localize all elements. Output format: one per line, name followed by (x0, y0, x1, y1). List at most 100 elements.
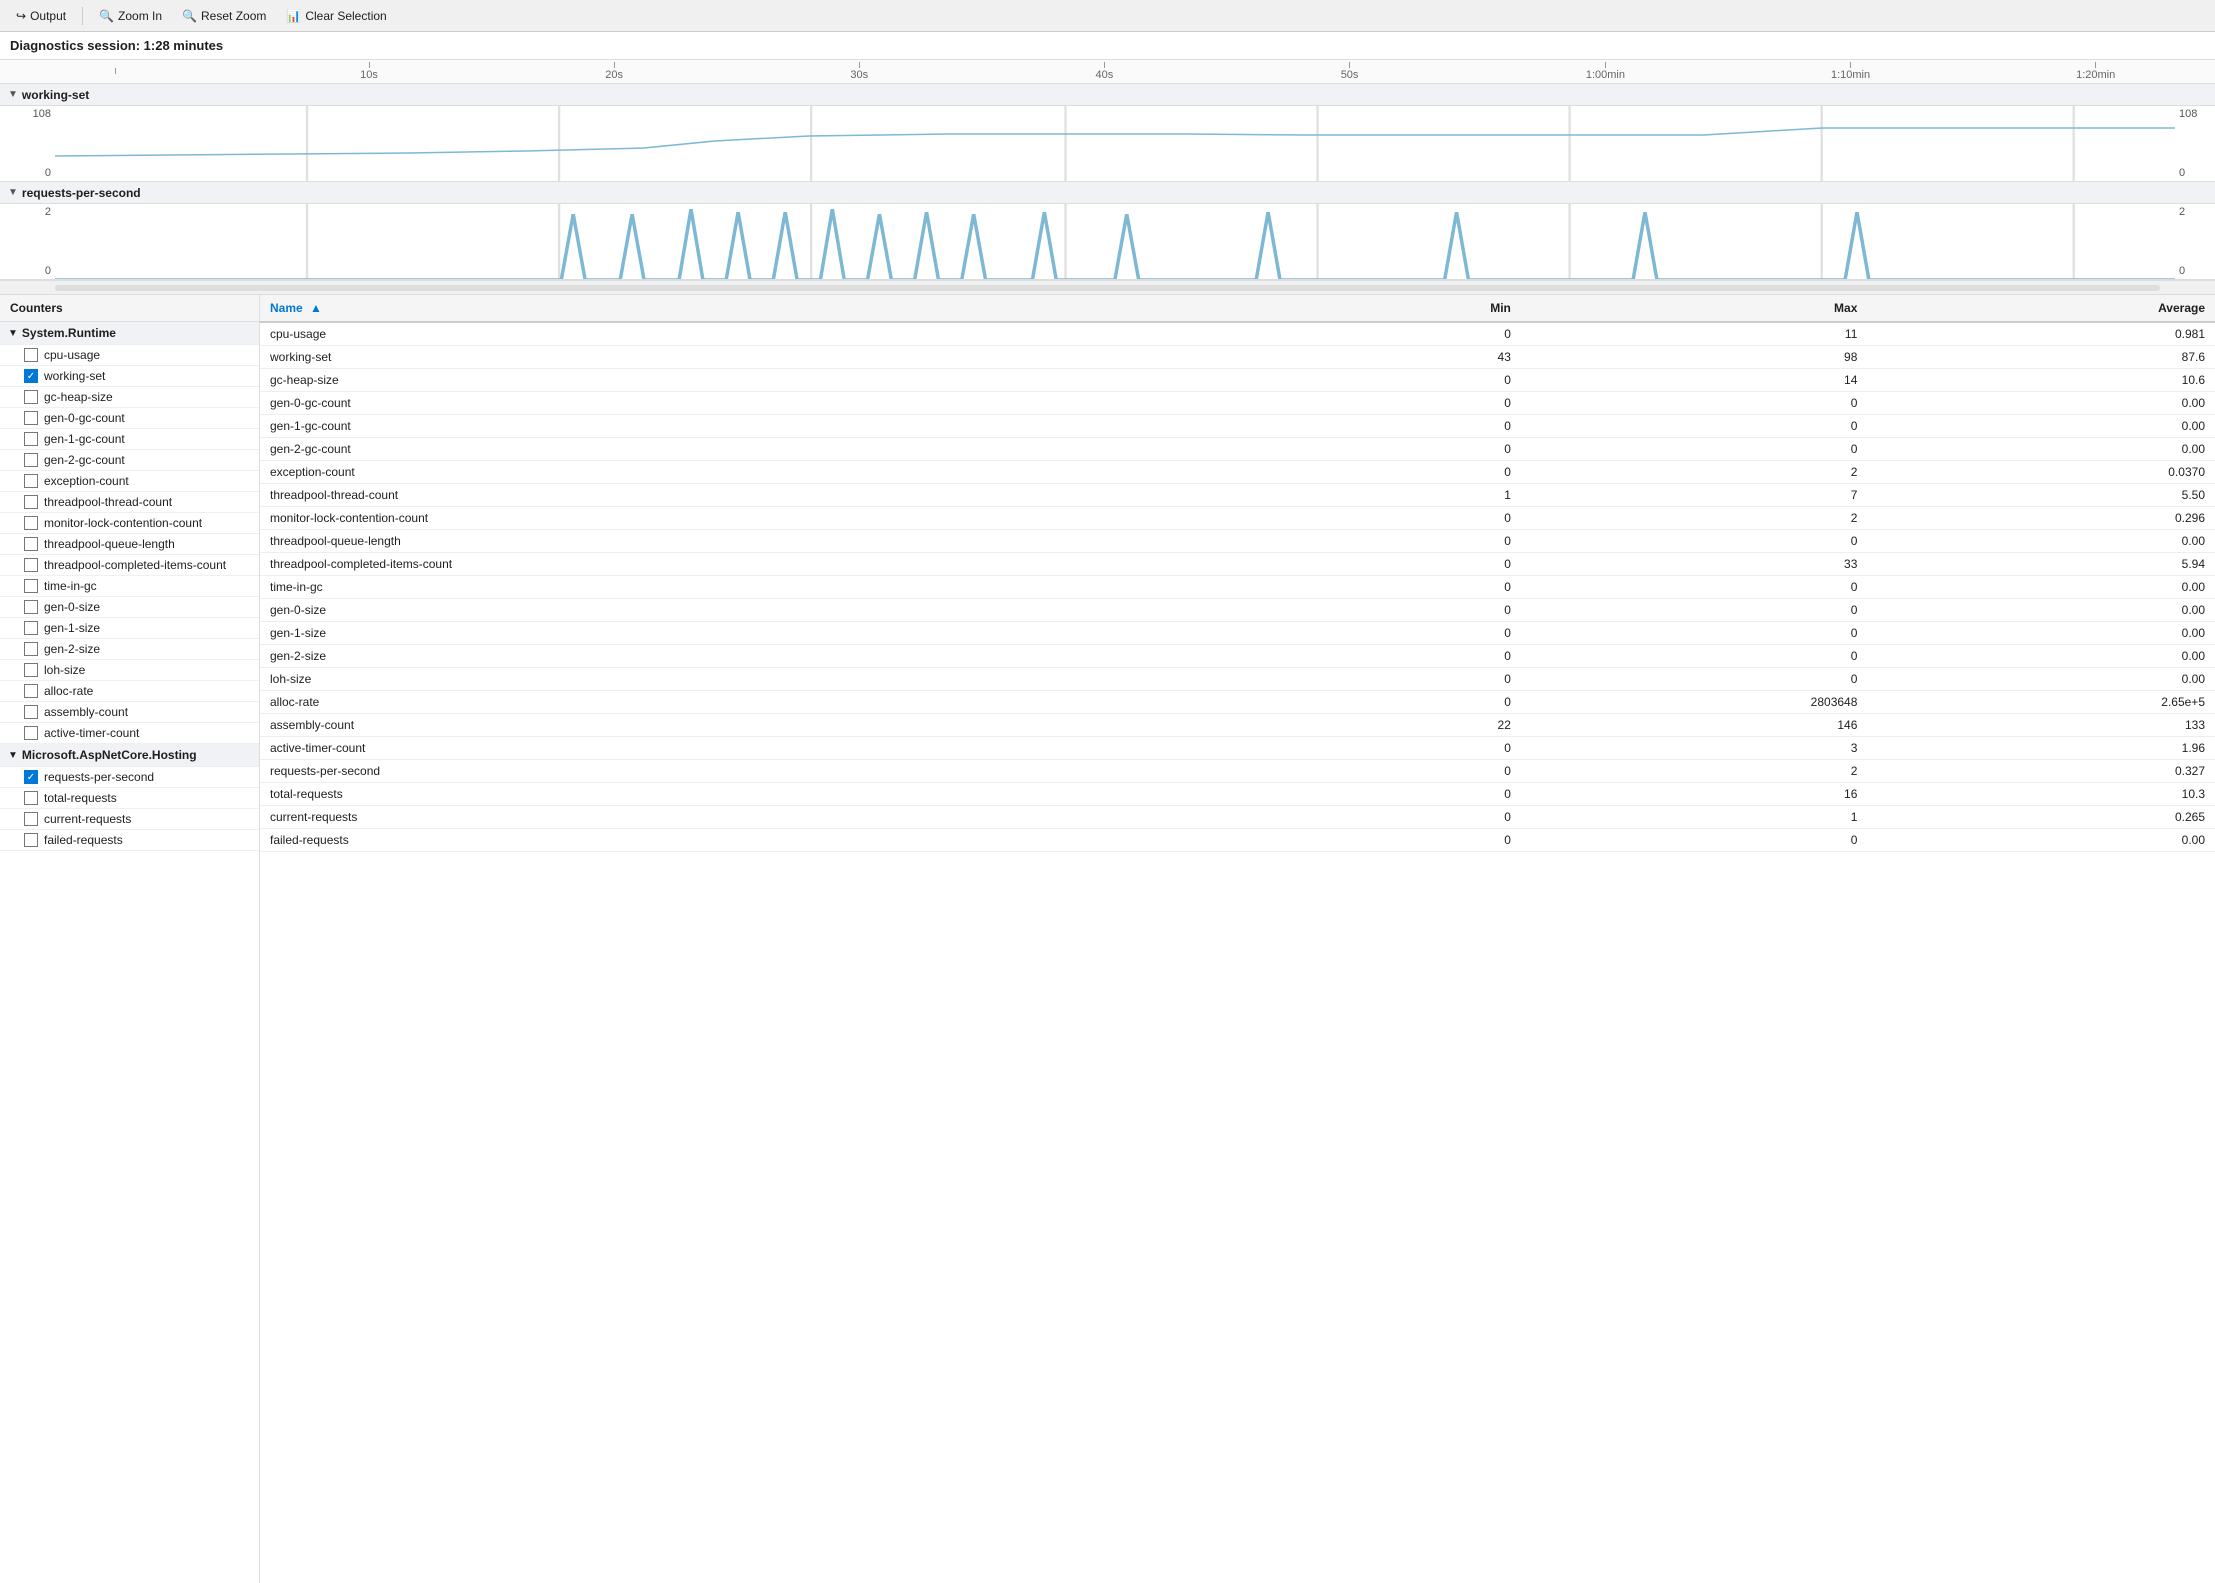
counter-item-requests-per-second[interactable]: ✓ requests-per-second (0, 767, 259, 788)
reset-zoom-button[interactable]: 🔍 Reset Zoom (174, 6, 274, 26)
counter-checkbox-working-set[interactable]: ✓ (24, 369, 38, 383)
counter-checkbox-monitor-lock-contention-count[interactable] (24, 516, 38, 530)
collapse-triangle[interactable]: ▼ (8, 89, 18, 100)
chart-scrollbar[interactable] (0, 280, 2215, 294)
counter-checkbox-gc-heap-size[interactable] (24, 390, 38, 404)
counter-item-assembly-count[interactable]: assembly-count (0, 702, 259, 723)
col-min[interactable]: Min (1310, 295, 1521, 322)
counter-item-exception-count[interactable]: exception-count (0, 471, 259, 492)
counter-checkbox-total-requests[interactable] (24, 791, 38, 805)
counter-checkbox-gen-0-gc-count[interactable] (24, 411, 38, 425)
cell-name: gen-2-size (260, 645, 1310, 668)
working-set-y-axis: 108 0 (0, 106, 55, 181)
counter-checkbox-gen-2-gc-count[interactable] (24, 453, 38, 467)
cell-name: time-in-gc (260, 576, 1310, 599)
counter-checkbox-threadpool-queue-length[interactable] (24, 537, 38, 551)
table-row: active-timer-count 0 3 1.96 (260, 737, 2215, 760)
counter-checkbox-assembly-count[interactable] (24, 705, 38, 719)
counter-checkbox-current-requests[interactable] (24, 812, 38, 826)
counter-checkbox-failed-requests[interactable] (24, 833, 38, 847)
tick-0s (115, 68, 116, 75)
cell-average: 0.0370 (1867, 461, 2215, 484)
tick-30s: 30s (850, 62, 868, 81)
working-set-chart-section: ▼ working-set 108 0 (0, 84, 2215, 182)
counter-item-failed-requests[interactable]: failed-requests (0, 830, 259, 851)
counter-item-gen-2-gc-count[interactable]: gen-2-gc-count (0, 450, 259, 471)
cell-min: 0 (1310, 576, 1521, 599)
cell-average: 10.6 (1867, 369, 2215, 392)
counter-checkbox-exception-count[interactable] (24, 474, 38, 488)
counter-label: time-in-gc (44, 579, 97, 593)
cell-min: 0 (1310, 369, 1521, 392)
counter-checkbox-loh-size[interactable] (24, 663, 38, 677)
counter-item-threadpool-thread-count[interactable]: threadpool-thread-count (0, 492, 259, 513)
counter-item-working-set[interactable]: ✓ working-set (0, 366, 259, 387)
counter-label: gen-0-gc-count (44, 411, 125, 425)
counter-checkbox-gen-1-size[interactable] (24, 621, 38, 635)
counter-item-gen-0-size[interactable]: gen-0-size (0, 597, 259, 618)
cell-average: 0.00 (1867, 645, 2215, 668)
counter-checkbox-active-timer-count[interactable] (24, 726, 38, 740)
cell-average: 0.327 (1867, 760, 2215, 783)
counter-item-time-in-gc[interactable]: time-in-gc (0, 576, 259, 597)
counter-checkbox-threadpool-completed-items-count[interactable] (24, 558, 38, 572)
cell-min: 0 (1310, 783, 1521, 806)
table-row: requests-per-second 0 2 0.327 (260, 760, 2215, 783)
counter-group-System.Runtime[interactable]: ▼ System.Runtime (0, 322, 259, 345)
counter-item-total-requests[interactable]: total-requests (0, 788, 259, 809)
counter-label: cpu-usage (44, 348, 100, 362)
toolbar-separator-1 (82, 7, 83, 25)
cell-average: 0.265 (1867, 806, 2215, 829)
counter-label: current-requests (44, 812, 131, 826)
counter-checkbox-threadpool-thread-count[interactable] (24, 495, 38, 509)
counter-checkbox-requests-per-second[interactable]: ✓ (24, 770, 38, 784)
counter-group-Microsoft.AspNetCore.Hosting[interactable]: ▼ Microsoft.AspNetCore.Hosting (0, 744, 259, 767)
counter-checkbox-alloc-rate[interactable] (24, 684, 38, 698)
cell-average: 0.00 (1867, 438, 2215, 461)
col-average[interactable]: Average (1867, 295, 2215, 322)
cell-name: gen-2-gc-count (260, 438, 1310, 461)
counter-checkbox-cpu-usage[interactable] (24, 348, 38, 362)
scroll-track[interactable] (55, 285, 2160, 291)
cell-average: 0.296 (1867, 507, 2215, 530)
col-max[interactable]: Max (1521, 295, 1868, 322)
counter-checkbox-gen-2-size[interactable] (24, 642, 38, 656)
counter-item-cpu-usage[interactable]: cpu-usage (0, 345, 259, 366)
counter-item-threadpool-completed-items-count[interactable]: threadpool-completed-items-count (0, 555, 259, 576)
counter-label: gc-heap-size (44, 390, 113, 404)
counter-item-gc-heap-size[interactable]: gc-heap-size (0, 387, 259, 408)
counter-item-threadpool-queue-length[interactable]: threadpool-queue-length (0, 534, 259, 555)
zoom-in-button[interactable]: 🔍 Zoom In (91, 6, 170, 26)
counter-item-gen-1-gc-count[interactable]: gen-1-gc-count (0, 429, 259, 450)
cell-average: 0.00 (1867, 622, 2215, 645)
counter-item-current-requests[interactable]: current-requests (0, 809, 259, 830)
counter-item-loh-size[interactable]: loh-size (0, 660, 259, 681)
cell-name: working-set (260, 346, 1310, 369)
counter-item-monitor-lock-contention-count[interactable]: monitor-lock-contention-count (0, 513, 259, 534)
cell-min: 0 (1310, 691, 1521, 714)
table-row: monitor-lock-contention-count 0 2 0.296 (260, 507, 2215, 530)
cell-average: 0.00 (1867, 530, 2215, 553)
counter-item-active-timer-count[interactable]: active-timer-count (0, 723, 259, 744)
counter-checkbox-gen-1-gc-count[interactable] (24, 432, 38, 446)
cell-min: 0 (1310, 392, 1521, 415)
cell-name: total-requests (260, 783, 1310, 806)
collapse-triangle-rps[interactable]: ▼ (8, 187, 18, 198)
counter-checkbox-gen-0-size[interactable] (24, 600, 38, 614)
counters-list: ▼ System.Runtime cpu-usage✓ working-set … (0, 322, 259, 851)
tick-50s: 50s (1341, 62, 1359, 81)
counter-item-gen-2-size[interactable]: gen-2-size (0, 639, 259, 660)
clear-selection-button[interactable]: 📊 Clear Selection (278, 6, 394, 26)
col-name[interactable]: Name ▲ (260, 295, 1310, 322)
counter-item-alloc-rate[interactable]: alloc-rate (0, 681, 259, 702)
counter-item-gen-0-gc-count[interactable]: gen-0-gc-count (0, 408, 259, 429)
output-button[interactable]: ↪ Output (8, 6, 74, 26)
cell-min: 0 (1310, 829, 1521, 852)
group-label: System.Runtime (22, 326, 116, 340)
tick-1-10min: 1:10min (1831, 62, 1870, 81)
cell-min: 43 (1310, 346, 1521, 369)
counter-checkbox-time-in-gc[interactable] (24, 579, 38, 593)
counter-item-gen-1-size[interactable]: gen-1-size (0, 618, 259, 639)
right-panel: Name ▲ Min Max Average cpu-usage 0 11 0.… (260, 295, 2215, 1583)
cell-min: 0 (1310, 737, 1521, 760)
